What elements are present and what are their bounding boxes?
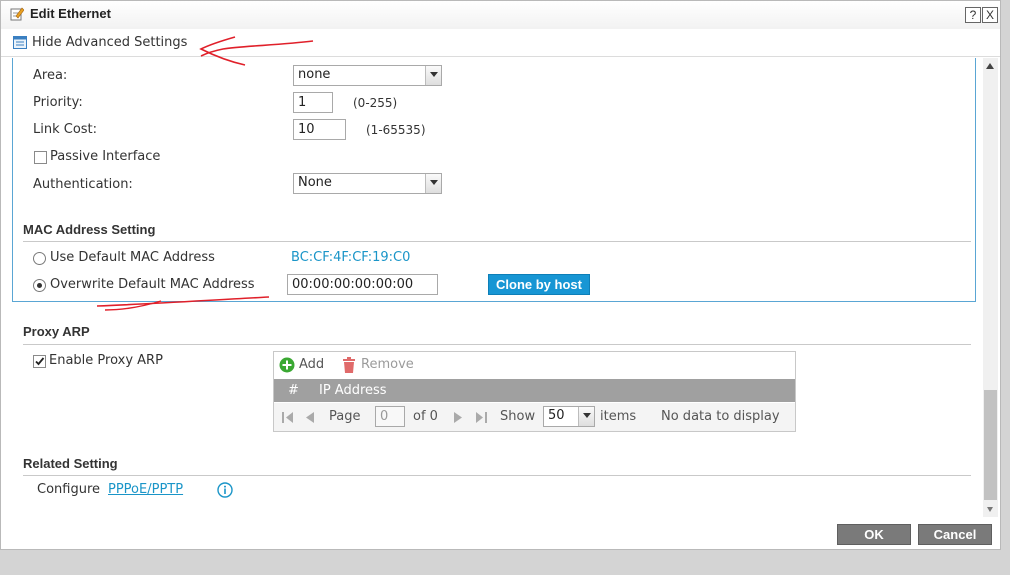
use-default-mac-label: Use Default MAC Address bbox=[50, 250, 215, 265]
configure-label: Configure bbox=[37, 482, 101, 497]
settings-list-icon bbox=[13, 36, 27, 49]
checkmark-icon bbox=[35, 357, 45, 366]
show-label: Show bbox=[500, 409, 536, 424]
area-value: none bbox=[298, 67, 331, 82]
passive-interface-label: Passive Interface bbox=[50, 149, 161, 164]
priority-hint: (0-255) bbox=[353, 96, 398, 110]
page-number-input[interactable] bbox=[375, 406, 405, 427]
chevron-down-icon bbox=[583, 413, 591, 418]
interface-settings-box bbox=[12, 58, 976, 302]
grid-header: # IP Address bbox=[274, 379, 795, 402]
authentication-dropdown-arrow[interactable] bbox=[425, 174, 441, 193]
column-header-ip-address[interactable]: IP Address bbox=[319, 383, 387, 398]
close-button[interactable]: X bbox=[982, 7, 998, 23]
priority-input[interactable] bbox=[293, 92, 333, 113]
area-dropdown-arrow[interactable] bbox=[425, 66, 441, 85]
next-page-icon[interactable] bbox=[454, 412, 462, 423]
proxy-arp-section-title: Proxy ARP bbox=[23, 324, 90, 339]
overwrite-mac-radio[interactable] bbox=[33, 279, 46, 292]
area-select[interactable]: none bbox=[293, 65, 442, 86]
related-section-divider bbox=[23, 475, 971, 476]
grid-toolbar: Add Remove bbox=[274, 352, 795, 378]
empty-grid-message: No data to display bbox=[661, 409, 780, 424]
info-icon[interactable] bbox=[217, 482, 233, 498]
related-section-title: Related Setting bbox=[23, 456, 118, 471]
link-cost-input[interactable] bbox=[293, 119, 346, 140]
last-page-icon[interactable] bbox=[476, 412, 487, 423]
help-button[interactable]: ? bbox=[965, 7, 981, 23]
settings-scroll-area: Area: none Priority: (0-255) Link Cost: … bbox=[6, 58, 999, 517]
authentication-value: None bbox=[298, 175, 332, 190]
add-label: Add bbox=[299, 357, 325, 372]
remove-label: Remove bbox=[361, 357, 414, 372]
scroll-down-icon[interactable] bbox=[987, 507, 993, 512]
use-default-mac-radio[interactable] bbox=[33, 252, 46, 265]
authentication-select[interactable]: None bbox=[293, 173, 442, 194]
page-size-dropdown-arrow[interactable] bbox=[578, 407, 594, 426]
default-mac-value: BC:CF:4F:CF:19:C0 bbox=[291, 250, 411, 265]
page-label: Page bbox=[329, 409, 361, 424]
passive-interface-checkbox[interactable] bbox=[34, 151, 47, 164]
page-size-select[interactable]: 50 bbox=[543, 406, 595, 427]
vertical-scrollbar[interactable] bbox=[983, 58, 998, 517]
priority-label: Priority: bbox=[33, 95, 83, 110]
mac-section-title: MAC Address Setting bbox=[23, 222, 156, 237]
add-icon bbox=[279, 357, 295, 373]
chevron-down-icon bbox=[430, 180, 438, 185]
first-page-icon[interactable] bbox=[282, 412, 293, 423]
overwrite-mac-input[interactable] bbox=[287, 274, 438, 295]
edit-icon bbox=[10, 7, 24, 21]
chevron-down-icon bbox=[430, 72, 438, 77]
prev-page-icon[interactable] bbox=[306, 412, 314, 423]
ok-button[interactable]: OK bbox=[837, 524, 911, 545]
scroll-up-icon[interactable] bbox=[986, 63, 994, 69]
enable-proxy-arp-label: Enable Proxy ARP bbox=[49, 353, 163, 368]
enable-proxy-arp-checkbox[interactable] bbox=[33, 355, 46, 368]
link-cost-hint: (1-65535) bbox=[366, 123, 426, 137]
page-size-value: 50 bbox=[548, 408, 565, 423]
area-label: Area: bbox=[33, 68, 68, 83]
authentication-label: Authentication: bbox=[33, 177, 133, 192]
grid-pager: Page of 0 Show 50 items No data to displ… bbox=[274, 403, 795, 431]
page-count: of 0 bbox=[413, 409, 438, 424]
clone-by-host-button[interactable]: Clone by host bbox=[488, 274, 590, 295]
column-header-number[interactable]: # bbox=[288, 383, 299, 398]
mac-section-divider bbox=[23, 241, 971, 242]
dialog-title: Edit Ethernet bbox=[30, 6, 111, 21]
hide-advanced-label: Hide Advanced Settings bbox=[32, 35, 188, 50]
scroll-thumb[interactable] bbox=[984, 390, 997, 500]
proxy-arp-grid: Add Remove # IP Address Page 0 of 0 Show… bbox=[273, 351, 796, 432]
proxy-arp-divider bbox=[23, 344, 971, 345]
edit-ethernet-dialog: Edit Ethernet ? X Hide Advanced Settings… bbox=[0, 0, 1001, 550]
overwrite-mac-label: Overwrite Default MAC Address bbox=[50, 277, 255, 292]
trash-icon bbox=[343, 357, 355, 373]
title-bar: Edit Ethernet ? X bbox=[1, 1, 1000, 29]
hide-advanced-settings[interactable]: Hide Advanced Settings bbox=[1, 31, 1000, 57]
link-cost-label: Link Cost: bbox=[33, 122, 98, 137]
items-label: items bbox=[600, 409, 637, 424]
pppoe-pptp-link[interactable]: PPPoE/PPTP bbox=[108, 482, 183, 497]
cancel-button[interactable]: Cancel bbox=[918, 524, 992, 545]
